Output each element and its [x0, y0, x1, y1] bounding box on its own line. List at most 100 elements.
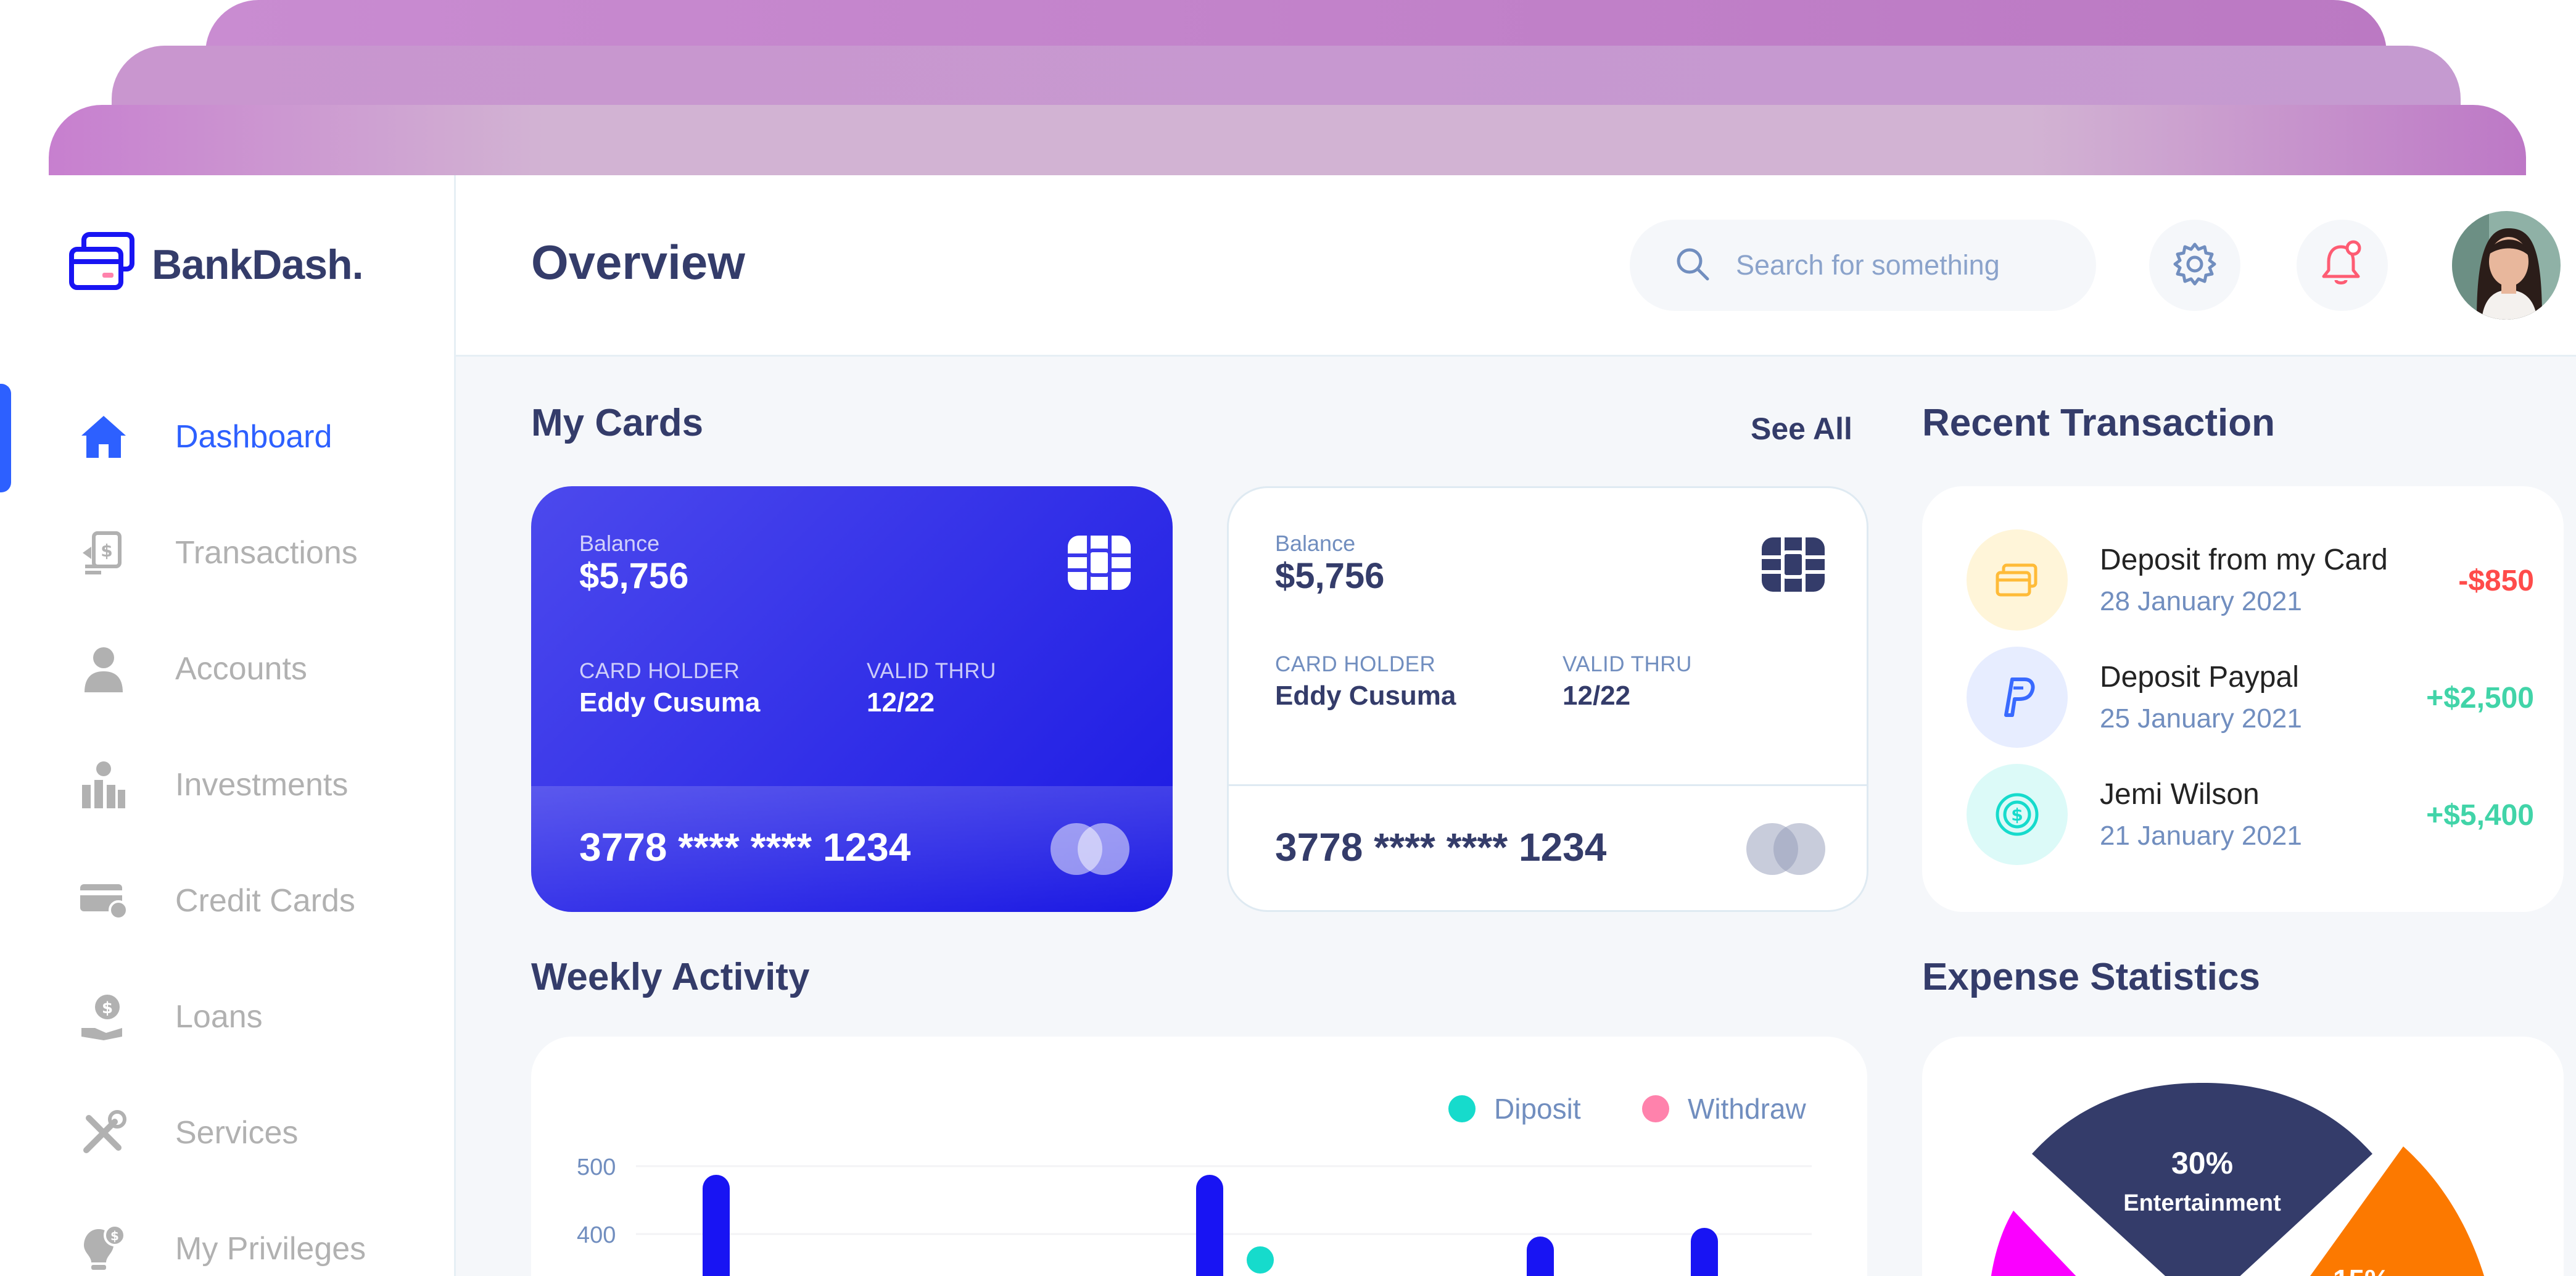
withdraw-bar — [1196, 1175, 1223, 1276]
transaction-date: 28 January 2021 — [2100, 586, 2302, 616]
transfer-icon: $ — [78, 527, 130, 579]
brand-logo[interactable]: BankDash. — [68, 232, 363, 297]
recent-transactions-panel: Deposit from my Card 28 January 2021 -$8… — [1922, 486, 2564, 912]
sidebar-nav: Dashboard $ Transactions Accounts Invest… — [0, 379, 454, 1276]
sidebar-item-loans[interactable]: $ Loans — [0, 959, 454, 1075]
transaction-row[interactable]: $ Jemi Wilson 21 January 2021 +$5,400 — [1967, 764, 2534, 869]
sidebar-item-accounts[interactable]: Accounts — [0, 611, 454, 727]
my-cards-title: My Cards — [531, 402, 704, 444]
bank-card-logo-icon — [68, 232, 136, 297]
sidebar-item-label: Credit Cards — [175, 883, 355, 919]
investment-icon — [78, 759, 130, 811]
weekly-activity-chart: Diposit Withdraw 500 400 — [531, 1037, 1867, 1276]
y-tick-label: 500 — [577, 1154, 616, 1180]
slice-label: Entertainment — [2123, 1190, 2281, 1216]
screen: BankDash. Dashboard $ Transactions Accou… — [0, 0, 2576, 1276]
transaction-name: Jemi Wilson — [2100, 778, 2260, 811]
card-balance: $5,756 — [1275, 556, 1385, 596]
brand-name: BankDash. — [152, 241, 363, 288]
sidebar-item-label: Loans — [175, 999, 263, 1035]
transaction-amount: -$850 — [2458, 565, 2534, 597]
transaction-name: Deposit Paypal — [2100, 661, 2299, 694]
mastercard-logo-icon — [1049, 822, 1131, 879]
credit-card-primary[interactable]: Balance $5,756 CARD HOLDER Eddy Cusuma V… — [531, 486, 1173, 912]
card-valid-thru: 12/22 — [867, 687, 935, 718]
search-bar[interactable] — [1630, 220, 2096, 311]
home-icon — [78, 411, 130, 463]
user-avatar[interactable] — [2452, 211, 2561, 320]
withdraw-bar — [1691, 1228, 1718, 1276]
search-input[interactable] — [1736, 249, 2069, 281]
dollar-coin-icon: $ — [1967, 764, 2068, 865]
app-window: BankDash. Dashboard $ Transactions Accou… — [0, 175, 2576, 1276]
card-holder-label: CARD HOLDER — [1275, 652, 1436, 676]
top-header: Overview — [456, 175, 2576, 357]
see-all-link[interactable]: See All — [1751, 411, 1852, 447]
sidebar-item-credit-cards[interactable]: Credit Cards — [0, 843, 454, 959]
mastercard-logo-icon — [1745, 822, 1827, 879]
card-balance-label: Balance — [579, 531, 660, 556]
sidebar-item-investments[interactable]: Investments — [0, 727, 454, 843]
transaction-date: 21 January 2021 — [2100, 821, 2302, 851]
card-chip-icon — [1761, 536, 1826, 596]
user-icon — [78, 643, 130, 695]
card-number: 3778 **** **** 1234 — [579, 825, 911, 869]
sidebar-item-label: Dashboard — [175, 419, 332, 455]
expense-pie: 30% Entertainment 15% — [1991, 1083, 2484, 1276]
sidebar-item-dashboard[interactable]: Dashboard — [0, 379, 454, 495]
transaction-row[interactable]: Deposit from my Card 28 January 2021 -$8… — [1967, 529, 2534, 634]
transaction-row[interactable]: Deposit Paypal 25 January 2021 +$2,500 — [1967, 647, 2534, 752]
weekly-activity-plot: 500 400 — [577, 1154, 1812, 1276]
card-holder-name: Eddy Cusuma — [1275, 681, 1456, 711]
svg-text:$: $ — [110, 1228, 119, 1243]
card-valid-label: VALID THRU — [1563, 652, 1692, 676]
sidebar-item-transactions[interactable]: $ Transactions — [0, 495, 454, 611]
sidebar-item-label: Accounts — [175, 651, 307, 687]
card-footer: 3778 **** **** 1234 — [1229, 784, 1867, 910]
withdraw-bar — [703, 1175, 730, 1276]
credit-card-icon — [78, 875, 130, 927]
expense-statistics-title: Expense Statistics — [1922, 956, 2260, 998]
transaction-date: 25 January 2021 — [2100, 703, 2302, 734]
slice-percent: 15% — [2333, 1264, 2390, 1276]
card-valid-label: VALID THRU — [867, 659, 996, 683]
transaction-amount: +$5,400 — [2426, 799, 2534, 832]
recent-transactions-title: Recent Transaction — [1922, 402, 2275, 444]
privileges-icon: $ — [78, 1223, 130, 1275]
transaction-amount: +$2,500 — [2426, 682, 2534, 715]
sidebar-item-services[interactable]: Services — [0, 1075, 454, 1191]
transaction-name: Deposit from my Card — [2100, 544, 2388, 576]
bell-icon — [2319, 239, 2366, 292]
card-holder-name: Eddy Cusuma — [579, 687, 761, 718]
card-balance: $5,756 — [579, 556, 689, 596]
services-icon — [78, 1107, 130, 1159]
window-frame-front — [49, 105, 2526, 175]
settings-button[interactable] — [2149, 220, 2240, 311]
card-balance-label: Balance — [1275, 531, 1356, 556]
card-valid-thru: 12/22 — [1563, 681, 1631, 711]
paypal-icon — [1967, 647, 2068, 748]
slice-percent: 30% — [2171, 1146, 2233, 1180]
page-title: Overview — [531, 235, 745, 289]
card-chip-icon — [1067, 534, 1132, 594]
credit-card-secondary[interactable]: Balance $5,756 CARD HOLDER Eddy Cusuma V… — [1227, 486, 1868, 912]
search-icon — [1674, 246, 1711, 286]
withdraw-bar — [1527, 1237, 1554, 1276]
card-holder-label: CARD HOLDER — [579, 659, 740, 683]
card-footer: 3778 **** **** 1234 — [531, 786, 1173, 912]
svg-text:$: $ — [2011, 805, 2023, 825]
pie-slice-magenta — [1991, 1211, 2076, 1276]
sidebar-item-label: My Privileges — [175, 1231, 366, 1267]
notifications-button[interactable] — [2297, 220, 2388, 311]
svg-text:$: $ — [102, 999, 113, 1017]
sidebar-item-my-privileges[interactable]: $ My Privileges — [0, 1191, 454, 1276]
card-number: 3778 **** **** 1234 — [1275, 825, 1607, 869]
weekly-activity-title: Weekly Activity — [531, 956, 810, 998]
svg-text:$: $ — [101, 541, 112, 561]
y-tick-label: 400 — [577, 1222, 616, 1248]
deposit-bar — [1247, 1246, 1274, 1274]
loan-icon: $ — [78, 991, 130, 1043]
gear-icon — [2171, 241, 2218, 291]
card-deposit-icon — [1967, 529, 2068, 631]
sidebar-item-label: Investments — [175, 767, 349, 803]
